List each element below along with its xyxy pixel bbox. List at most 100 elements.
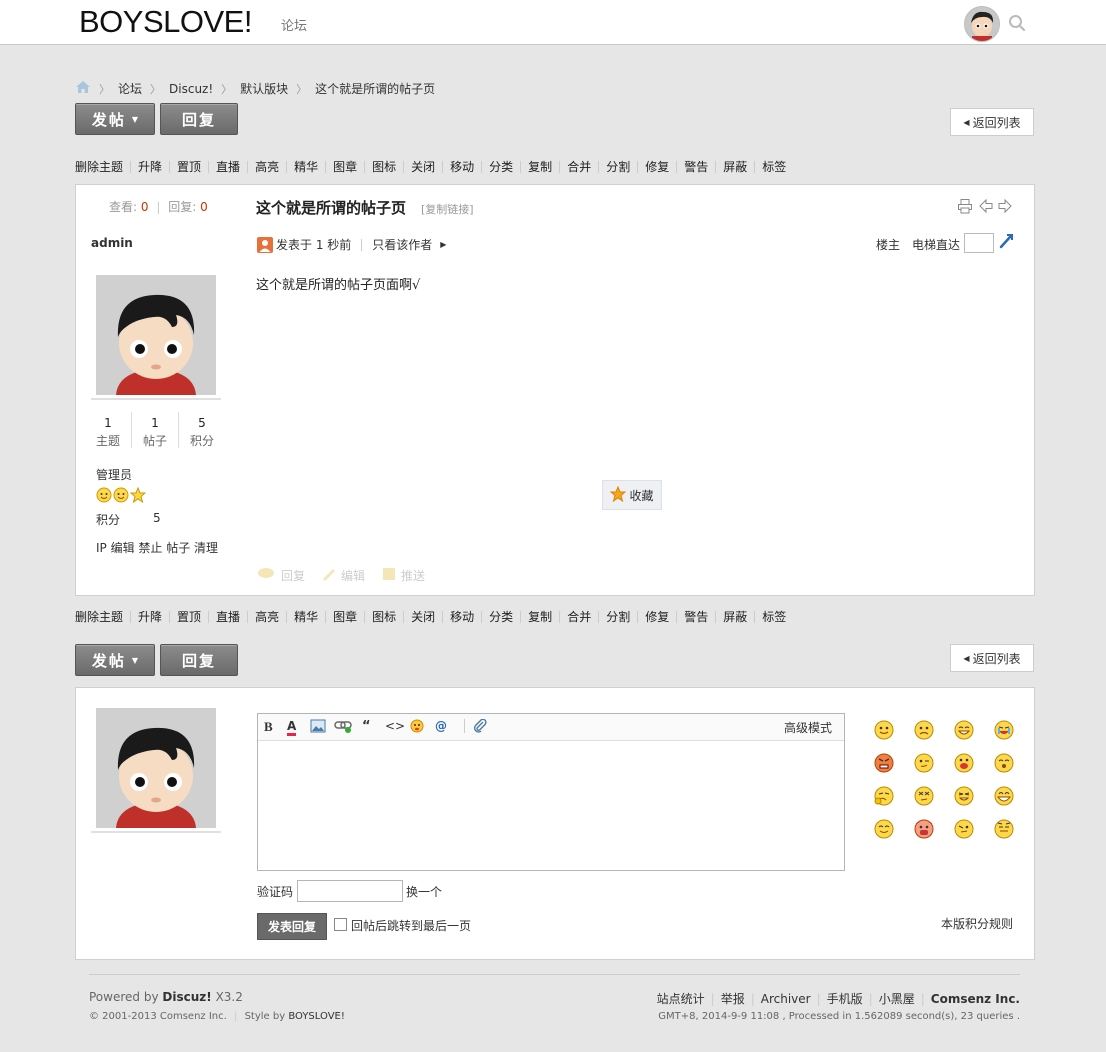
mod-repair[interactable]: 修复 (645, 608, 669, 625)
mod-merge[interactable]: 合并 (567, 158, 591, 175)
new-post-button-bottom[interactable]: 发帖 ▼ (75, 644, 155, 676)
mod-stamp[interactable]: 图章 (333, 158, 357, 175)
mod-digest[interactable]: 精华 (294, 158, 318, 175)
emoji-smile[interactable] (873, 719, 895, 744)
mod-sticky[interactable]: 置顶 (177, 608, 201, 625)
mod-delete[interactable]: 删除主题 (75, 608, 123, 625)
mod-icon[interactable]: 图标 (372, 158, 396, 175)
mod-warn[interactable]: 警告 (684, 608, 708, 625)
mod-stamp[interactable]: 图章 (333, 608, 357, 625)
mod-move[interactable]: 移动 (450, 158, 474, 175)
mod-split[interactable]: 分割 (606, 608, 630, 625)
goto-icon[interactable] (998, 233, 1014, 252)
powered-name-link[interactable]: Discuz! (162, 990, 211, 1004)
stat-posts[interactable]: 1 帖子 (140, 416, 170, 449)
mod-highlight[interactable]: 高亮 (255, 158, 279, 175)
mod-delete[interactable]: 删除主题 (75, 158, 123, 175)
emoji-thinking[interactable] (873, 785, 895, 810)
footer-link-archiver[interactable]: Archiver (761, 992, 811, 1006)
credit-rules-link[interactable]: 本版积分规则 (941, 915, 1013, 932)
footer-link-stats[interactable]: 站点统计 (657, 990, 705, 1007)
breadcrumb-item[interactable]: 论坛 (118, 80, 142, 97)
floor-jump-input[interactable] (964, 233, 994, 253)
footer-link-blacklist[interactable]: 小黑屋 (879, 990, 915, 1007)
user-avatar[interactable] (964, 6, 1000, 42)
next-thread-icon[interactable] (998, 198, 1012, 217)
stat-threads[interactable]: 1 主题 (93, 416, 123, 449)
mod-highlight[interactable]: 高亮 (255, 608, 279, 625)
quote-icon[interactable]: “ (362, 719, 371, 734)
image-icon[interactable] (310, 719, 326, 736)
mod-split[interactable]: 分割 (606, 158, 630, 175)
mod-tag[interactable]: 标签 (762, 158, 786, 175)
site-logo[interactable]: BOYSLOVE! (79, 4, 252, 40)
mod-type[interactable]: 分类 (489, 608, 513, 625)
prev-thread-icon[interactable] (979, 198, 993, 217)
stat-credits[interactable]: 5 积分 (187, 416, 217, 449)
current-user-avatar[interactable] (96, 708, 216, 828)
emoji-sly[interactable] (953, 818, 975, 843)
author-avatar[interactable] (96, 275, 216, 395)
emoji-tongue[interactable] (953, 752, 975, 777)
breadcrumb-current[interactable]: 这个就是所谓的帖子页 (315, 80, 435, 97)
favorite-button[interactable]: 收藏 (602, 480, 662, 510)
advanced-mode-link[interactable]: 高级模式 (784, 719, 832, 736)
emoji-shocked[interactable] (913, 818, 935, 843)
back-to-list-button-bottom[interactable]: ◀ 返回列表 (950, 644, 1034, 672)
emoji-dizzy[interactable] (913, 785, 935, 810)
mod-digest[interactable]: 精华 (294, 608, 318, 625)
only-author-link[interactable]: 只看该作者 (372, 236, 432, 253)
footer-link-report[interactable]: 举报 (721, 990, 745, 1007)
print-icon[interactable] (957, 198, 973, 217)
user-group[interactable]: 管理员 (96, 466, 132, 483)
style-name-link[interactable]: BOYSLOVE! (288, 1011, 345, 1022)
push-action[interactable]: 推送 (401, 567, 425, 584)
mod-merge[interactable]: 合并 (567, 608, 591, 625)
back-to-list-button[interactable]: ◀ 返回列表 (950, 108, 1034, 136)
submit-reply-button[interactable]: 发表回复 (257, 913, 327, 940)
emoji-icon[interactable] (410, 719, 424, 736)
mod-icon[interactable]: 图标 (372, 608, 396, 625)
jump-last-label[interactable]: 回帖后跳转到最后一页 (351, 917, 471, 934)
new-post-button[interactable]: 发帖 ▼ (75, 103, 155, 135)
reply-button[interactable]: 回复 (160, 103, 238, 135)
mod-copy[interactable]: 复制 (528, 608, 552, 625)
mod-close[interactable]: 关闭 (411, 158, 435, 175)
author-name[interactable]: admin (91, 236, 133, 250)
edit-action[interactable]: 编辑 (341, 567, 365, 584)
mod-ban[interactable]: 屏蔽 (723, 608, 747, 625)
footer-link-mobile[interactable]: 手机版 (827, 990, 863, 1007)
admin-links[interactable]: IP 编辑 禁止 帖子 清理 (96, 539, 218, 556)
mod-move[interactable]: 移动 (450, 608, 474, 625)
mod-type[interactable]: 分类 (489, 158, 513, 175)
emoji-shy[interactable] (993, 752, 1015, 777)
emoji-wink[interactable] (913, 752, 935, 777)
footer-company-link[interactable]: Comsenz Inc. (931, 992, 1020, 1006)
nav-forum-link[interactable]: 论坛 (281, 15, 307, 34)
mod-repair[interactable]: 修复 (645, 158, 669, 175)
font-color-icon[interactable]: A (287, 719, 297, 736)
reply-textarea[interactable] (258, 741, 844, 869)
mention-icon[interactable]: @ (435, 719, 447, 733)
reply-button-bottom[interactable]: 回复 (160, 644, 238, 676)
home-icon[interactable] (75, 80, 91, 97)
emoji-squint[interactable] (953, 785, 975, 810)
code-icon[interactable]: <> (385, 719, 405, 733)
emoji-laugh[interactable] (993, 785, 1015, 810)
emoji-cry[interactable] (993, 719, 1015, 744)
bold-icon[interactable]: B (264, 719, 273, 735)
breadcrumb-item[interactable]: 默认版块 (240, 80, 288, 97)
search-icon[interactable] (1008, 14, 1026, 35)
mod-sticky[interactable]: 置顶 (177, 158, 201, 175)
captcha-input[interactable] (297, 880, 403, 902)
mod-tag[interactable]: 标签 (762, 608, 786, 625)
captcha-change-link[interactable]: 换一个 (406, 883, 442, 900)
mod-ban[interactable]: 屏蔽 (723, 158, 747, 175)
copy-link[interactable]: [复制链接] (421, 201, 474, 217)
mod-bump[interactable]: 升降 (138, 158, 162, 175)
emoji-sad[interactable] (913, 719, 935, 744)
mod-bump[interactable]: 升降 (138, 608, 162, 625)
mod-copy[interactable]: 复制 (528, 158, 552, 175)
attachment-icon[interactable] (473, 718, 487, 736)
mod-close[interactable]: 关闭 (411, 608, 435, 625)
